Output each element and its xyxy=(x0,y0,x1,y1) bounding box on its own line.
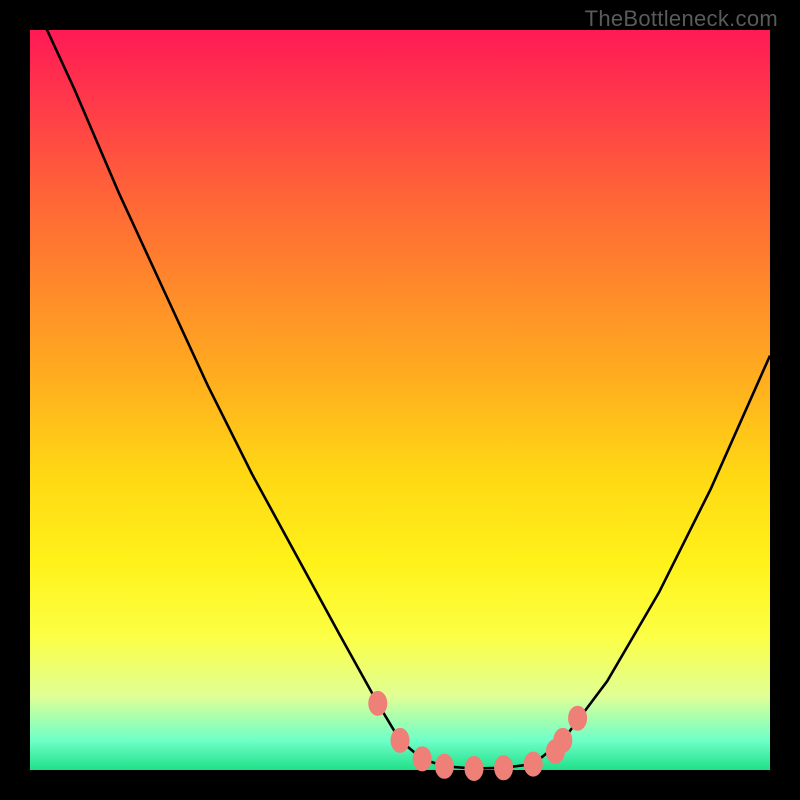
highlight-dot xyxy=(391,728,409,752)
plot-area xyxy=(30,30,770,770)
watermark-label: TheBottleneck.com xyxy=(585,6,778,32)
bottleneck-curve-flat xyxy=(444,764,533,768)
highlight-dot xyxy=(435,754,453,778)
highlight-dot xyxy=(413,747,431,771)
highlight-markers xyxy=(369,691,587,780)
highlight-dot xyxy=(524,752,542,776)
bottleneck-curve-right xyxy=(533,356,770,764)
bottleneck-curve-left xyxy=(30,0,444,766)
plot-svg xyxy=(30,30,770,770)
highlight-dot xyxy=(369,691,387,715)
chart-frame: TheBottleneck.com xyxy=(0,0,800,800)
highlight-dot xyxy=(465,757,483,781)
highlight-dot xyxy=(495,756,513,780)
highlight-dot xyxy=(554,728,572,752)
highlight-dot xyxy=(569,706,587,730)
